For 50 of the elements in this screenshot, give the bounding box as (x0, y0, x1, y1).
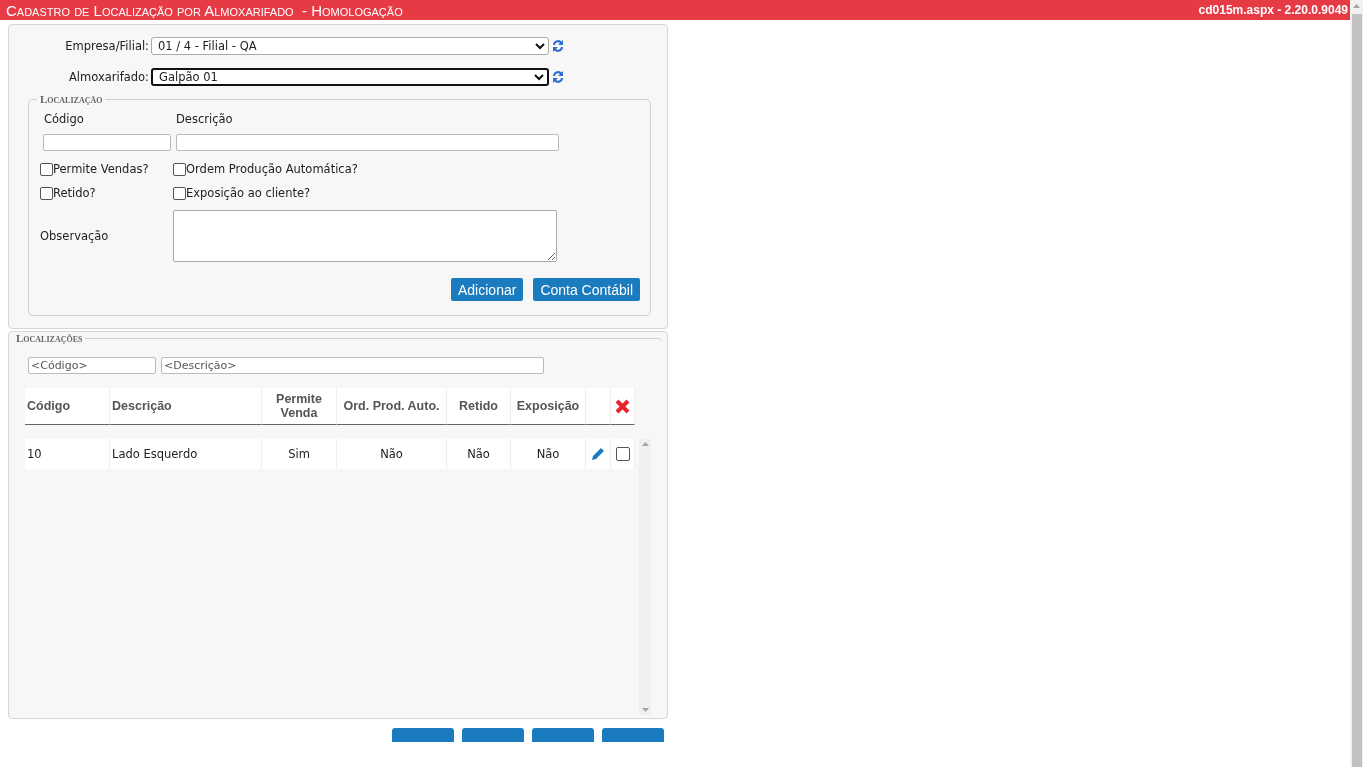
filter-field[interactable]: <Código> (28, 357, 156, 374)
column-header: Exposição (511, 388, 586, 425)
page-scrollbar[interactable] (1350, 0, 1363, 767)
checkbox[interactable] (40, 162, 53, 176)
scrollbar[interactable] (639, 439, 651, 715)
refresh-icon[interactable] (551, 38, 565, 54)
field-label: Observação (40, 229, 110, 243)
checkbox-label: Permite Vendas? (53, 162, 149, 176)
column-header: Descrição (110, 388, 262, 425)
scroll-down-icon[interactable] (641, 708, 649, 712)
scroll-up-icon[interactable] (1353, 4, 1360, 8)
table-cell: Não (511, 439, 586, 469)
caret-icon (535, 42, 545, 50)
dropdown[interactable]: Galpão 01 (151, 68, 549, 86)
fieldset-legend: Localizações (13, 332, 86, 344)
description-field[interactable] (176, 134, 559, 151)
field-label: Código (43, 112, 85, 126)
scroll-up-icon[interactable] (641, 442, 649, 446)
checkbox-label: Ordem Produção Automática? (186, 162, 358, 176)
checkbox-label: Retido? (53, 186, 96, 200)
dropdown[interactable]: 01 / 4 - Filial - QA (151, 37, 549, 55)
version-text: cd015m.aspx - 2.20.0.9049 (1198, 3, 1348, 17)
checkbox[interactable] (173, 162, 186, 176)
table-cell: Não (447, 439, 511, 469)
checkbox-label: Exposição ao cliente? (186, 186, 311, 200)
column-header: Código (25, 388, 110, 425)
field-label: Empresa/Filial: (64, 39, 149, 53)
observation-field[interactable] (173, 210, 557, 262)
field-label: Descrição (176, 112, 233, 126)
table-cell: 10 (25, 439, 110, 469)
refresh-icon[interactable] (551, 69, 565, 85)
column-header: Ord. Prod. Auto. (337, 388, 447, 425)
table-cell: Não (337, 439, 447, 469)
code-field[interactable] (43, 134, 171, 151)
action-button[interactable]: Conta Contábil (533, 278, 640, 301)
checkbox[interactable] (173, 186, 186, 200)
pencil-icon[interactable] (590, 446, 606, 462)
page-title: Cadastro de Localização por Almoxarifado - Homologação (6, 1, 403, 19)
delete-icon[interactable] (615, 398, 630, 414)
table-cell: Lado Esquerdo (110, 439, 262, 469)
checkbox[interactable] (40, 186, 53, 200)
filter-field[interactable]: <Descrição> (161, 357, 544, 374)
checkbox[interactable] (615, 447, 630, 461)
field-label: Almoxarifado: (67, 70, 149, 84)
column-header: Permite Venda (262, 388, 337, 425)
action-button[interactable]: Adicionar (451, 278, 524, 301)
table-cell: Sim (262, 439, 337, 469)
caret-icon (534, 73, 544, 81)
fieldset-legend: Localização (37, 93, 106, 105)
column-header: Retido (447, 388, 511, 425)
